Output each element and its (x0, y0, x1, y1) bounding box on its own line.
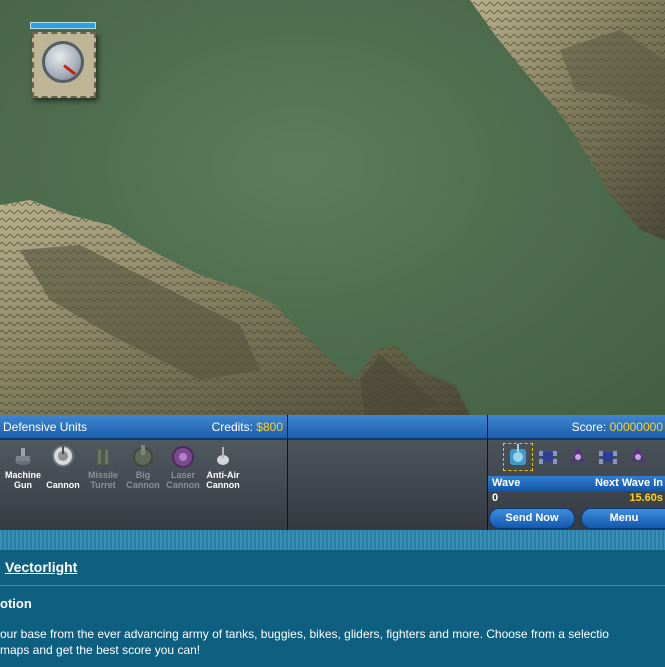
unit-missile-turret[interactable]: Missile Turret (83, 444, 123, 490)
wave-bar: Wave Next Wave In (488, 476, 665, 491)
unit-label-line2: Gun (14, 480, 32, 490)
missile-turret-icon (90, 444, 116, 468)
wave-value: 0 (492, 492, 499, 504)
unit-label-line1: Missile (87, 470, 118, 480)
buggy-icon (539, 451, 557, 464)
game-info: Vectorlight otion our base from the ever… (0, 550, 665, 667)
description-text: our base from the ever advancing army of… (0, 626, 665, 658)
units-header: Defensive Units Credits: $800 (0, 415, 287, 440)
unit-label-line2: Cannon (126, 480, 160, 490)
developer-link[interactable]: Vectorlight (5, 559, 77, 575)
score-header: Score: 00000000 (488, 415, 665, 440)
credits-value: $800 (256, 420, 283, 434)
dial-needle (63, 64, 76, 76)
unit-anti-air-cannon[interactable]: Anti-Air Cannon (203, 444, 243, 490)
game-map[interactable] (0, 0, 665, 415)
description-line: maps and get the best score you can! (0, 643, 201, 657)
divider-line (0, 585, 665, 586)
unit-label-line2: Turret (90, 480, 116, 490)
unit-cannon[interactable]: Cannon (43, 444, 83, 490)
enemy-preview-selected[interactable] (503, 443, 533, 471)
bike-icon (631, 447, 645, 463)
middle-header (288, 415, 487, 440)
control-panel: Defensive Units Credits: $800 Score: 000… (0, 415, 665, 530)
big-cannon-icon (130, 444, 156, 468)
unit-big-cannon[interactable]: Big Cannon (123, 444, 163, 490)
unit-machine-gun[interactable]: Machine Gun (3, 444, 43, 490)
machine-gun-icon (10, 444, 36, 468)
base-pad (32, 32, 96, 98)
menu-button[interactable]: Menu (581, 508, 665, 529)
base-dial-icon (42, 41, 84, 83)
bike-icon (571, 447, 585, 463)
score-value: 00000000 (609, 420, 663, 434)
units-title: Defensive Units (3, 420, 88, 434)
wave-panel: Wave Next Wave In 0 15.60s Send Now Menu (488, 440, 665, 530)
unit-label-line2: Cannon (206, 480, 240, 490)
unit-label-line2: Cannon (166, 480, 200, 490)
unit-label-line1: Machine (4, 470, 41, 480)
decorative-stripe (0, 530, 665, 550)
tank-icon (510, 444, 526, 465)
base-health-bar (30, 22, 96, 29)
unit-label-line1 (43, 470, 83, 480)
unit-label-line1: Big (135, 470, 151, 480)
unit-laser-cannon[interactable]: Laser Cannon (163, 444, 203, 490)
unit-label-line1: Anti-Air (206, 470, 240, 480)
buggy-icon (599, 451, 617, 464)
laser-cannon-icon (170, 444, 196, 468)
send-now-button[interactable]: Send Now (489, 508, 575, 529)
description-line: our base from the ever advancing army of… (0, 627, 609, 641)
unit-label-line2: Cannon (46, 480, 80, 490)
score-label: Score: (571, 420, 607, 434)
unit-info-area (288, 440, 487, 530)
unit-selector: Machine Gun Cannon Missile Turret Big Ca… (0, 440, 287, 530)
cannon-icon (50, 444, 76, 468)
player-base[interactable] (30, 22, 96, 100)
anti-air-cannon-icon (210, 444, 236, 468)
wave-label: Wave (492, 477, 521, 489)
next-wave-value: 15.60s (629, 492, 663, 504)
unit-label-line1: Laser (170, 470, 196, 480)
next-wave-label: Next Wave In (594, 477, 663, 489)
credits-label: Credits: (211, 420, 253, 434)
description-heading: otion (0, 596, 32, 611)
terrain (0, 0, 665, 415)
